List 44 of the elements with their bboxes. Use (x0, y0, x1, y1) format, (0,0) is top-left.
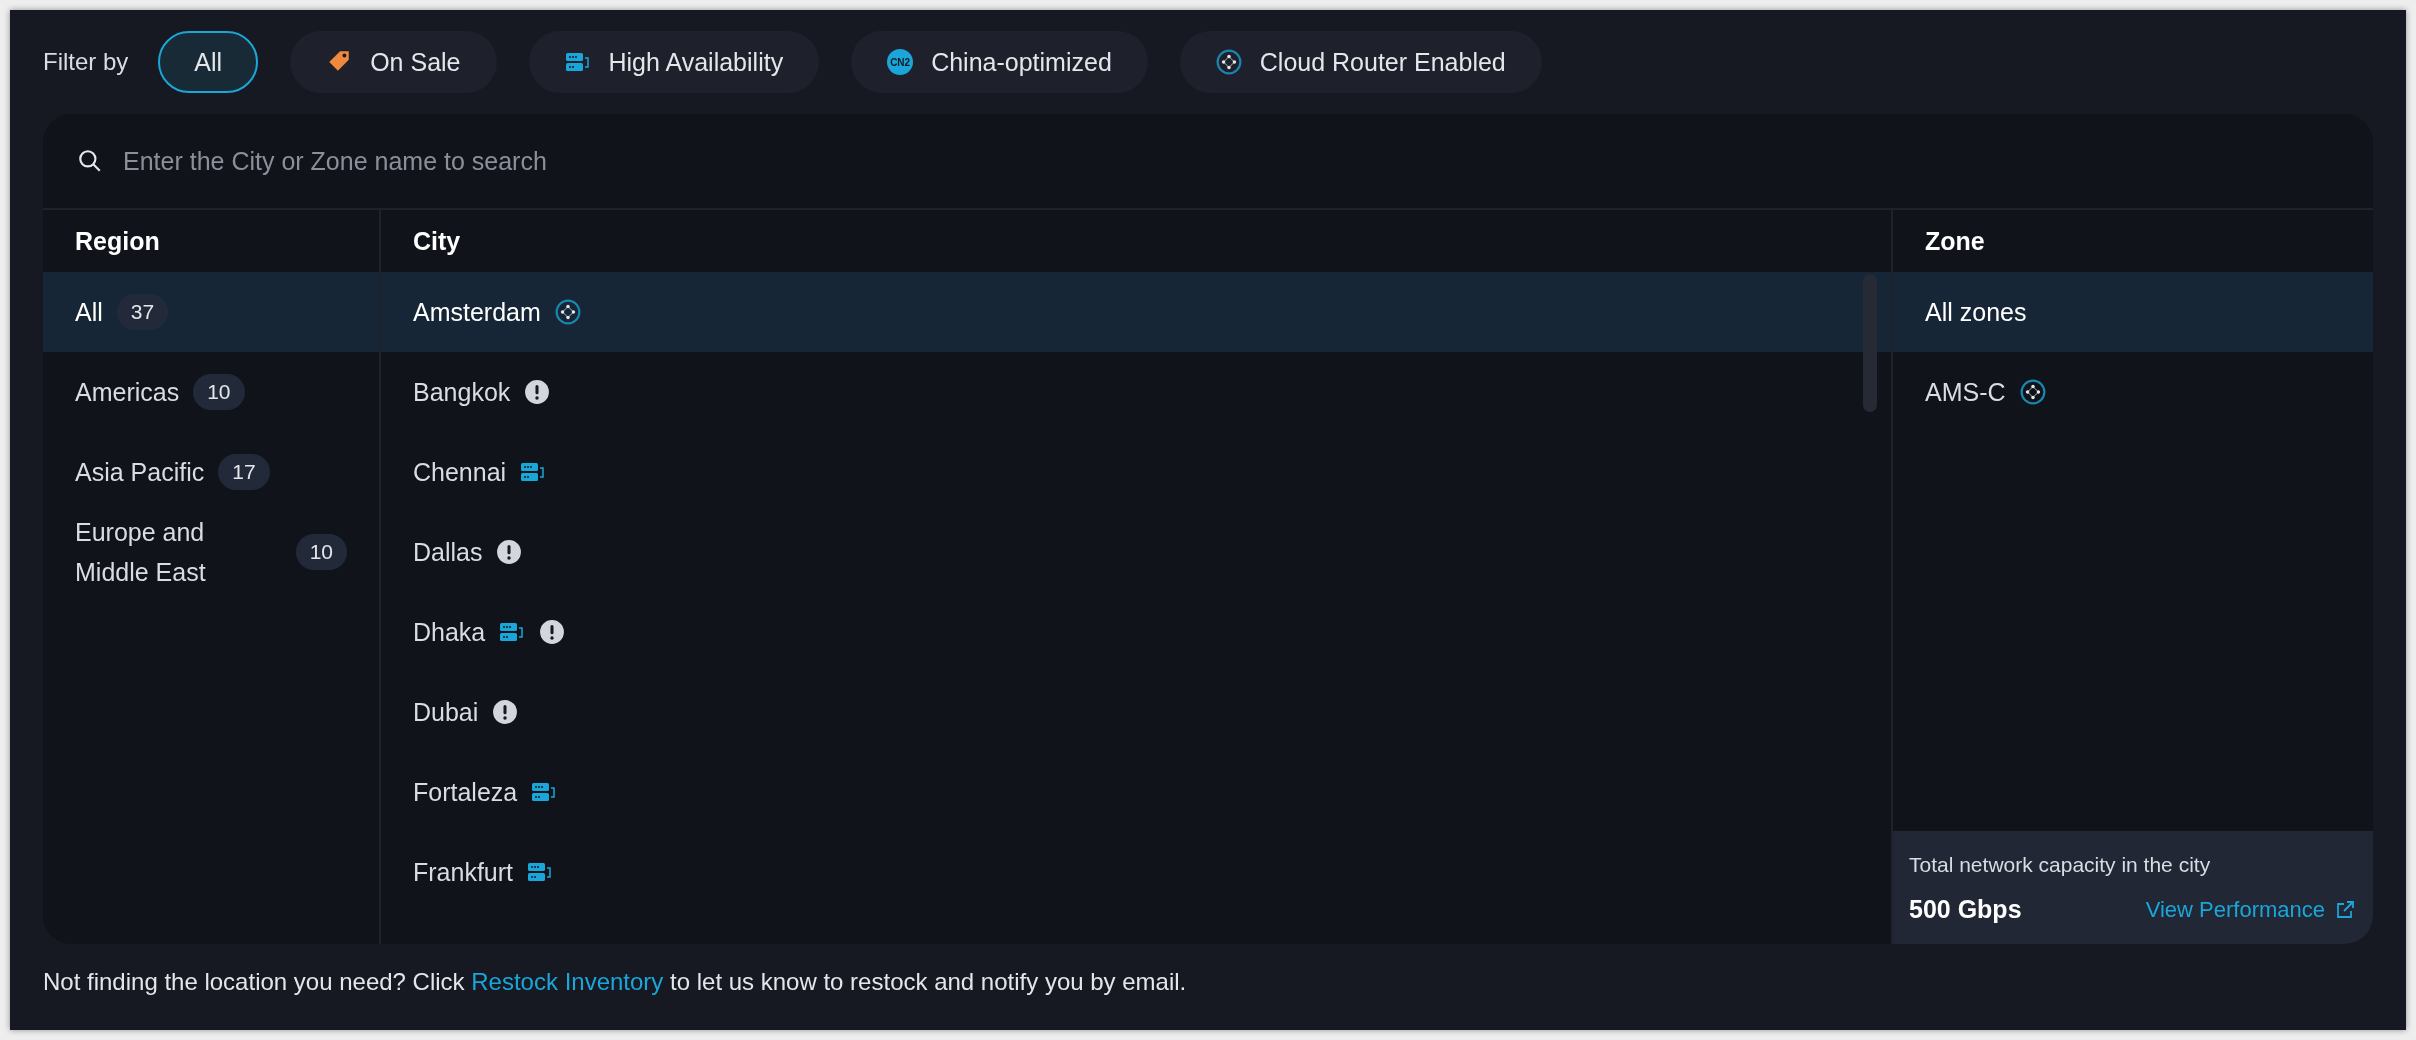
scrollbar-thumb[interactable] (1863, 274, 1877, 412)
city-item[interactable]: Frankfurt (381, 832, 1891, 912)
filter-chip[interactable]: High Availability (528, 31, 820, 93)
filter-chip[interactable]: CN2 China-optimized (851, 31, 1148, 93)
city-item[interactable]: Amsterdam (381, 272, 1891, 352)
alert-icon (496, 539, 523, 565)
network-node-icon (1215, 49, 1242, 75)
filter-chip[interactable]: Cloud Router Enabled (1179, 31, 1542, 93)
count-badge: 10 (193, 374, 245, 410)
external-link-icon (2335, 899, 2355, 920)
city-item[interactable]: Dhaka (381, 592, 1891, 672)
region-item[interactable]: Americas 10 (43, 352, 379, 432)
column-heading: Region (74, 225, 161, 257)
search-icon (77, 148, 103, 174)
filter-chip[interactable]: All (158, 31, 259, 93)
count-badge: 17 (218, 454, 270, 490)
city-item[interactable]: Dubai (381, 672, 1891, 752)
city-item[interactable]: Fortaleza (381, 752, 1891, 832)
capacity-label: Total network capacity in the city (1909, 853, 2212, 877)
footer-note: Not finding the location you need? Click Restock Inventory to let us know to restock and notify you by email. (43, 967, 1188, 997)
alert-icon (539, 619, 566, 645)
network-node-icon (554, 299, 581, 325)
region-item[interactable]: Asia Pacific 17 (43, 432, 379, 512)
view-performance-link[interactable]: View Performance (2145, 896, 2355, 923)
zone-item[interactable]: AMS-C (1893, 352, 2373, 432)
city-item[interactable]: Dallas (381, 512, 1891, 592)
search-field[interactable]: Enter the City or Zone name to search (123, 131, 2339, 191)
capacity-value: 500 Gbps (1909, 895, 2022, 924)
restock-inventory-link[interactable]: Restock Inventory (471, 968, 664, 995)
alert-icon (524, 379, 551, 405)
city-item[interactable]: Bangkok (381, 352, 1891, 432)
column-heading: City (412, 225, 462, 257)
column-heading: Zone (1924, 225, 1986, 257)
count-badge: 37 (116, 294, 169, 330)
region-item[interactable]: Europe and Middle East 10 (43, 512, 379, 592)
filter-chip[interactable]: On Sale (290, 31, 497, 93)
city-item[interactable]: Chennai (381, 432, 1891, 512)
alert-icon (492, 699, 519, 725)
count-badge: 10 (295, 534, 347, 570)
region-item[interactable]: All 37 (43, 272, 379, 352)
filter-label: Filter by (43, 48, 129, 76)
zone-item[interactable]: All zones (1893, 272, 2373, 352)
network-node-icon (2019, 379, 2046, 405)
china-network-icon: CN2 (887, 49, 914, 75)
